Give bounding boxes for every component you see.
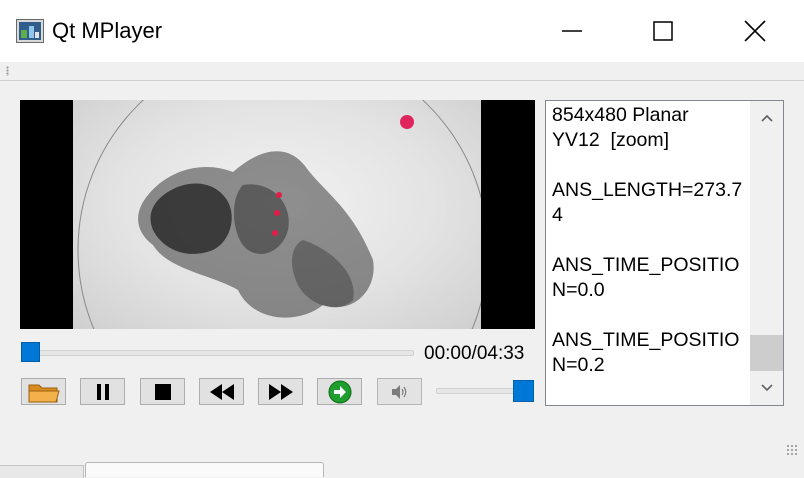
tab-first[interactable] bbox=[0, 465, 84, 478]
chevron-down-icon bbox=[760, 384, 773, 392]
title-bar: Qt MPlayer bbox=[0, 0, 804, 62]
scroll-down-button[interactable] bbox=[750, 371, 783, 405]
stop-icon bbox=[154, 383, 171, 400]
pause-button[interactable] bbox=[80, 378, 125, 405]
minimize-icon bbox=[562, 30, 582, 32]
window-title: Qt MPlayer bbox=[52, 18, 163, 43]
maximize-icon bbox=[653, 21, 673, 41]
green-arrow-icon bbox=[328, 380, 351, 403]
close-icon bbox=[744, 20, 766, 42]
time-display: 00:00/04:33 bbox=[424, 343, 525, 364]
volume-slider-track[interactable] bbox=[436, 388, 522, 394]
speaker-icon bbox=[391, 384, 406, 399]
log-output-panel[interactable]: 854x480 Planar YV12 [zoom] ANS_LENGTH=27… bbox=[545, 100, 784, 406]
video-content bbox=[77, 100, 481, 329]
pause-icon bbox=[96, 383, 109, 400]
forward-button[interactable] bbox=[258, 378, 303, 405]
bottom-tab-strip bbox=[0, 462, 804, 478]
chevron-up-icon bbox=[760, 114, 773, 122]
rewind-icon bbox=[209, 383, 234, 400]
stop-button[interactable] bbox=[140, 378, 185, 405]
rewind-button[interactable] bbox=[199, 378, 244, 405]
seek-slider-handle[interactable] bbox=[21, 342, 40, 362]
scroll-up-button[interactable] bbox=[750, 101, 783, 135]
scroll-thumb[interactable] bbox=[750, 335, 783, 371]
volume-button[interactable] bbox=[377, 378, 422, 405]
maximize-button[interactable] bbox=[617, 0, 709, 62]
toolbar-strip bbox=[0, 62, 804, 81]
tab-second[interactable] bbox=[85, 462, 324, 477]
open-button[interactable] bbox=[21, 378, 66, 405]
fast-forward-icon bbox=[268, 383, 293, 400]
folder-icon bbox=[28, 384, 60, 402]
vertical-scrollbar[interactable] bbox=[750, 101, 783, 405]
video-frame bbox=[73, 100, 481, 329]
go-button[interactable] bbox=[317, 378, 362, 405]
video-display[interactable] bbox=[20, 100, 535, 329]
minimize-button[interactable] bbox=[526, 0, 618, 62]
seek-slider-track[interactable] bbox=[30, 350, 414, 356]
volume-slider-handle[interactable] bbox=[513, 380, 534, 402]
media-player-app-icon bbox=[16, 19, 44, 43]
toolbar-grip[interactable] bbox=[6, 66, 9, 76]
log-text: 854x480 Planar YV12 [zoom] ANS_LENGTH=27… bbox=[552, 104, 743, 376]
close-button[interactable] bbox=[709, 0, 801, 62]
resize-grip[interactable] bbox=[786, 444, 798, 456]
